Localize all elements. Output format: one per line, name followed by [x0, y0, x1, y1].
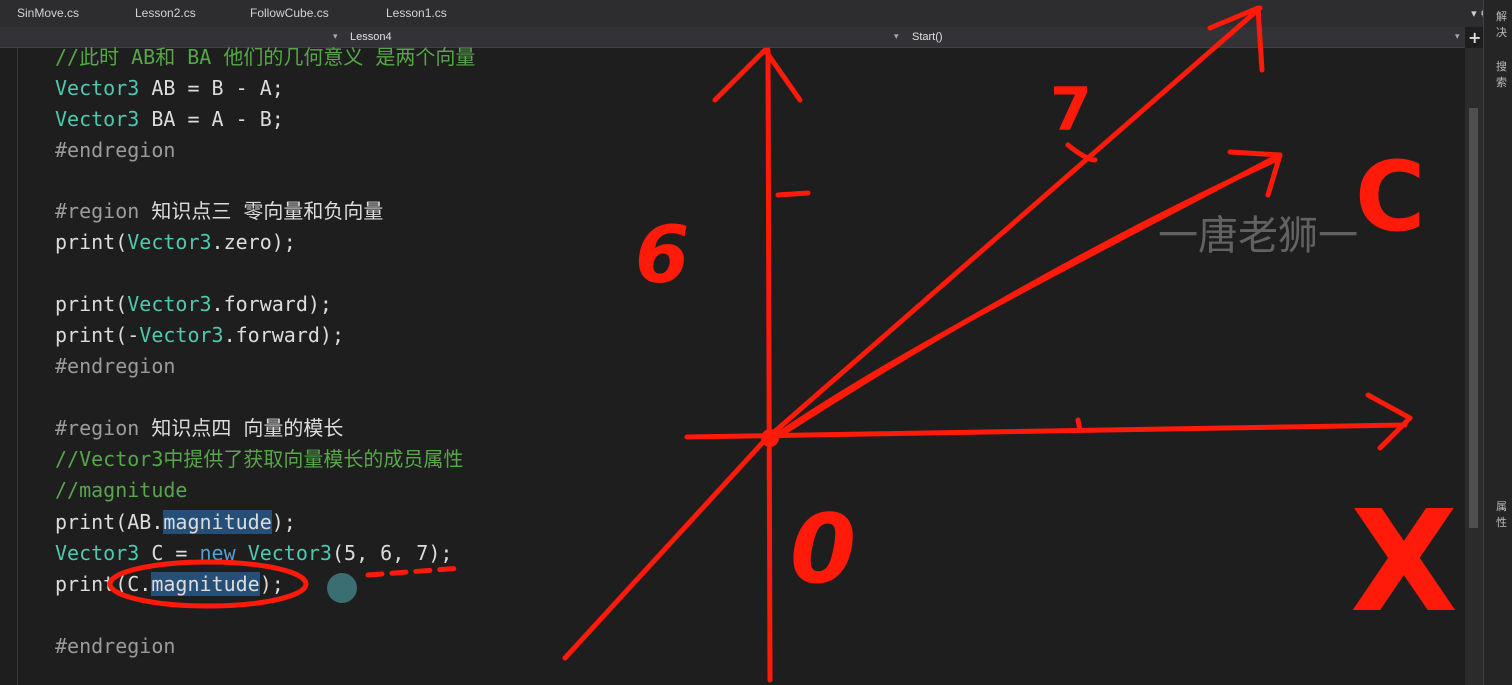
- y-tick-stroke: [775, 190, 811, 198]
- ink-annotations: 6 0 C X 7: [107, 5, 1458, 683]
- magnitude-circle: [107, 559, 309, 609]
- x-arrow-stroke: [1365, 392, 1413, 451]
- diagonal-line: [562, 5, 1263, 661]
- side-properties[interactable]: 属性: [1496, 498, 1512, 530]
- side-panel-title[interactable]: 解决: [1496, 8, 1512, 40]
- y-axis-stroke: [765, 47, 773, 683]
- c-vector-stroke-2: [777, 157, 1278, 438]
- x-label: X: [1350, 481, 1458, 644]
- origin-label: 0: [790, 495, 856, 605]
- scrollbar-thumb[interactable]: [1469, 108, 1478, 528]
- add-split-button[interactable]: +: [1468, 28, 1481, 47]
- origin-dot: [761, 429, 779, 447]
- y-arrow-stroke: [712, 47, 803, 103]
- vertical-scrollbar[interactable]: [1465, 48, 1483, 685]
- top-arrow-stroke: [1207, 5, 1265, 73]
- c-vector-stroke: [767, 152, 1283, 443]
- x-tick-stroke: [1075, 417, 1083, 433]
- side-panel: [1483, 0, 1512, 685]
- side-search[interactable]: 搜索: [1496, 58, 1512, 90]
- cursor-trail: [365, 565, 465, 578]
- y-value-label: 6: [635, 211, 689, 301]
- c-label: C: [1355, 141, 1425, 253]
- z-value-label: 7: [1050, 75, 1092, 145]
